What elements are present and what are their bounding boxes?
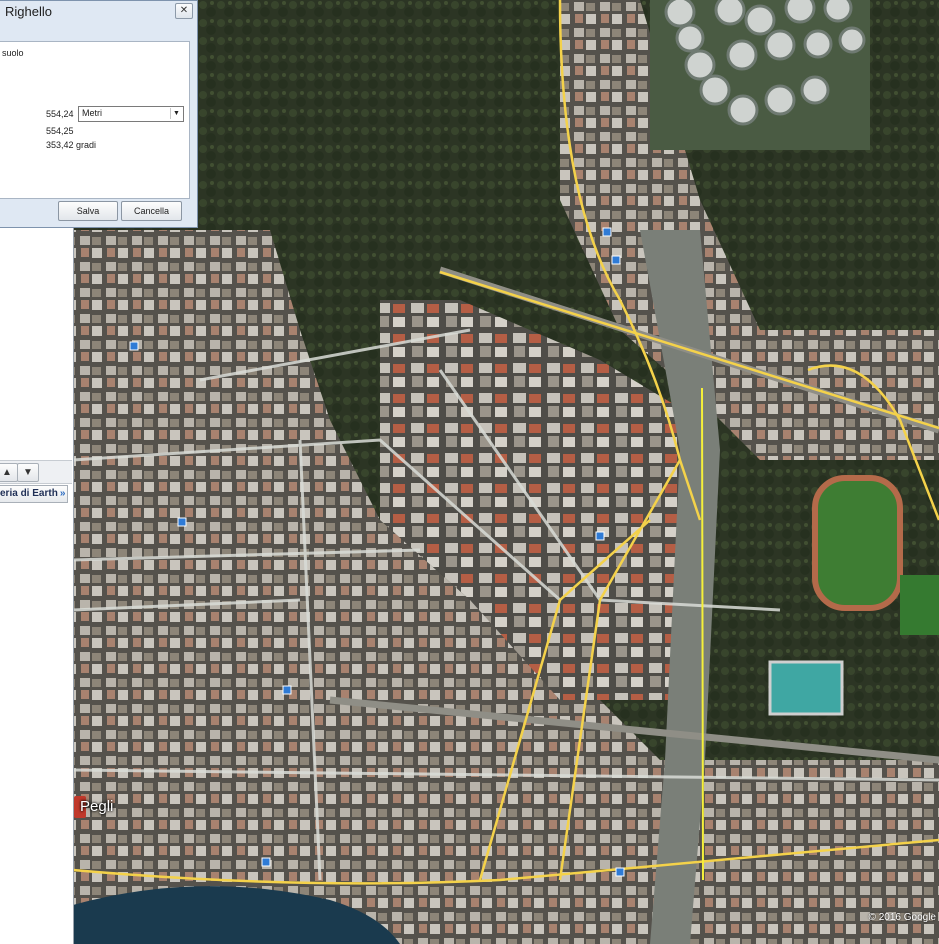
map-copyright: © 2016 Google [868, 912, 936, 923]
chevron-down-icon: ▼ [170, 108, 182, 119]
mode-text: suolo [2, 48, 24, 58]
arrow-up-icon[interactable]: ▲ [0, 463, 18, 482]
heading-value: 353,42 gradi [46, 140, 97, 150]
unit-select-value: Metri [82, 108, 102, 118]
sidebar-toolbar: ▲ ▼ [0, 460, 72, 484]
dialog-title: Righello [5, 4, 52, 19]
earth-gallery-label: eria di Earth [0, 488, 58, 499]
place-label: Pegli [80, 798, 114, 815]
earth-gallery-button[interactable]: eria di Earth» [0, 485, 68, 503]
chevron-right-icon: » [59, 488, 66, 499]
save-button[interactable]: Salva [58, 201, 118, 221]
measure-value: 554,24 [46, 109, 74, 119]
arrow-down-icon[interactable]: ▼ [17, 463, 39, 482]
cancel-button[interactable]: Cancella [121, 201, 182, 221]
measure-value-2: 554,25 [46, 126, 74, 136]
ruler-dialog: Righello ✕ suolo 554,24 554,25 353,42 gr… [0, 0, 198, 228]
close-icon[interactable]: ✕ [175, 3, 193, 19]
sidebar-panel: ▲ ▼ eria di Earth» [0, 228, 74, 944]
unit-select[interactable]: Metri ▼ [78, 106, 184, 122]
